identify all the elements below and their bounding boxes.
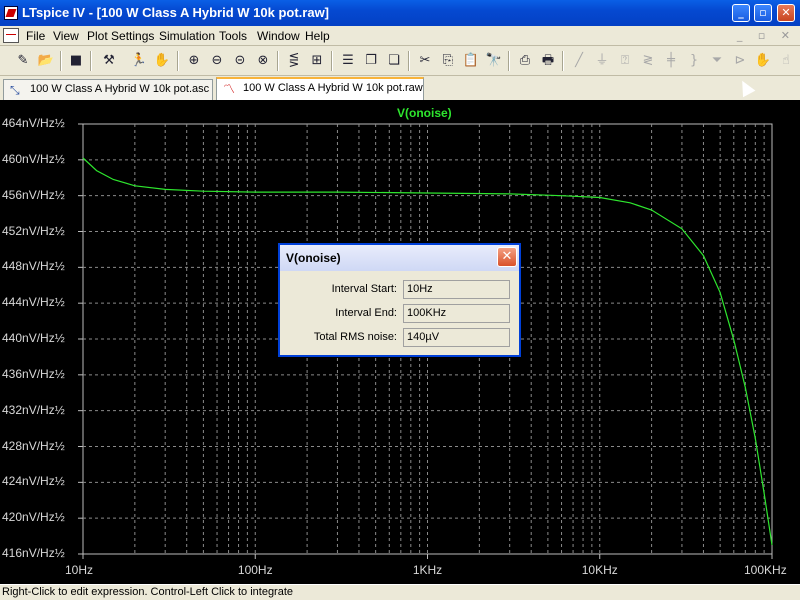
y-tick-label[interactable]: 464nV/Hz½ xyxy=(2,116,65,130)
interval-start-field[interactable]: 10Hz xyxy=(403,280,510,299)
x-tick-label[interactable]: 100Hz xyxy=(238,563,273,577)
y-tick-label[interactable]: 460nV/Hz½ xyxy=(2,152,65,166)
x-tick-label[interactable]: 100KHz xyxy=(744,563,787,577)
interval-end-field[interactable]: 100KHz xyxy=(403,304,510,323)
y-tick-label[interactable]: 432nV/Hz½ xyxy=(2,403,65,417)
y-tick-label[interactable]: 428nV/Hz½ xyxy=(2,439,65,453)
trace-title[interactable]: V(onoise) xyxy=(397,106,452,120)
interval-end-label: Interval End: xyxy=(335,307,397,319)
dialog-close-button[interactable]: ✕ xyxy=(497,247,517,267)
dialog-title-bar[interactable]: V(onoise) ✕ xyxy=(280,245,519,271)
status-text: Right-Click to edit expression. Control-… xyxy=(2,586,294,598)
y-tick-label[interactable]: 444nV/Hz½ xyxy=(2,295,65,309)
y-tick-label[interactable]: 436nV/Hz½ xyxy=(2,367,65,381)
interval-start-row: Interval Start: 10Hz xyxy=(280,280,519,300)
rms-noise-dialog: V(onoise) ✕ Interval Start: 10Hz Interva… xyxy=(278,243,521,357)
dialog-title: V(onoise) xyxy=(286,251,341,265)
total-rms-noise-label: Total RMS noise: xyxy=(313,331,397,343)
y-tick-label[interactable]: 440nV/Hz½ xyxy=(2,331,65,345)
y-tick-label[interactable]: 424nV/Hz½ xyxy=(2,474,65,488)
y-tick-label[interactable]: 448nV/Hz½ xyxy=(2,259,65,273)
y-tick-label[interactable]: 420nV/Hz½ xyxy=(2,510,65,524)
y-tick-label[interactable]: 452nV/Hz½ xyxy=(2,224,65,238)
interval-end-row: Interval End: 100KHz xyxy=(280,304,519,324)
x-tick-label[interactable]: 1KHz xyxy=(413,563,442,577)
y-tick-label[interactable]: 456nV/Hz½ xyxy=(2,188,65,202)
interval-start-label: Interval Start: xyxy=(331,283,397,295)
x-tick-label[interactable]: 10KHz xyxy=(582,563,618,577)
status-bar: Right-Click to edit expression. Control-… xyxy=(0,584,800,600)
x-tick-label[interactable]: 10Hz xyxy=(65,563,93,577)
total-rms-noise-row: Total RMS noise: 140µV xyxy=(280,328,519,348)
total-rms-noise-field: 140µV xyxy=(403,328,510,347)
y-tick-label[interactable]: 416nV/Hz½ xyxy=(2,546,65,560)
